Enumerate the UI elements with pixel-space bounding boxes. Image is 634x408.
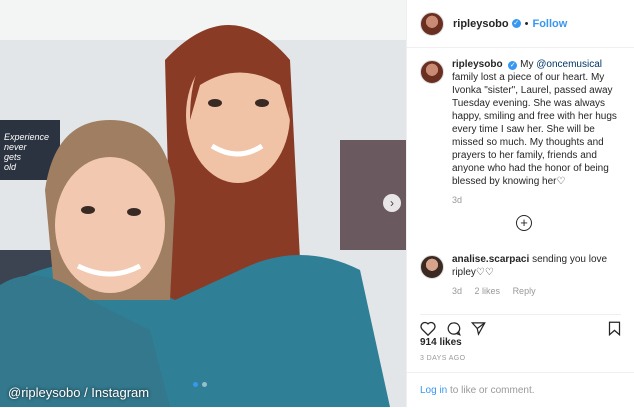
caption-text-after: family lost a piece of our heart. My Ivo…	[452, 72, 617, 187]
caption-comment: ripleysobo ✓ My @oncemusical family lost…	[420, 58, 626, 207]
login-prompt: Log in to like or comment.	[407, 372, 634, 408]
comment-meta: 3d 2 likes Reply	[452, 285, 626, 298]
post-sidebar: ripleysobo ✓ • Follow ripleysobo ✓ My @o…	[406, 0, 634, 407]
poster-line: never	[4, 142, 27, 152]
comment: analise.scarpaci sending you love ripley…	[420, 253, 626, 298]
poster-line: old	[4, 162, 17, 172]
follow-button[interactable]: Follow	[532, 18, 567, 30]
comment-username[interactable]: analise.scarpaci	[452, 254, 529, 265]
action-bar	[420, 314, 621, 338]
caption-age: 3d	[452, 195, 463, 205]
avatar[interactable]	[420, 11, 444, 36]
verified-badge-icon: ✓	[508, 61, 518, 70]
comment-body: analise.scarpaci sending you love ripley…	[452, 253, 626, 298]
caption-text: ripleysobo ✓ My @oncemusical family lost…	[452, 58, 626, 207]
watermark: @ripleysobo / Instagram	[8, 385, 150, 400]
reply-button[interactable]: Reply	[513, 286, 536, 296]
verified-badge-icon: ✓	[511, 19, 521, 28]
carousel-dot	[193, 382, 198, 387]
avatar[interactable]	[420, 255, 444, 279]
post-photo[interactable]: Experience never gets old › @ripleysobo …	[0, 0, 406, 407]
mention-link[interactable]: @oncemusical	[536, 59, 602, 70]
comment-age: 3d	[452, 286, 463, 296]
heart-icon[interactable]	[420, 321, 436, 336]
comment-likes[interactable]: 2 likes	[475, 286, 501, 296]
poster-text: Experience never gets old	[4, 132, 56, 172]
avatar[interactable]	[420, 60, 444, 84]
login-link[interactable]: Log in	[420, 385, 447, 396]
post-header: ripleysobo ✓ • Follow	[407, 0, 634, 48]
like-count[interactable]: 914 likes	[420, 337, 462, 348]
plus-circle-icon[interactable]: +	[516, 215, 532, 231]
poster-line: gets	[4, 152, 22, 162]
caption-block: ripleysobo ✓ My @oncemusical family lost…	[420, 58, 626, 207]
comment-icon[interactable]	[446, 321, 461, 336]
share-icon[interactable]	[471, 321, 486, 336]
photo-illustration	[0, 0, 406, 407]
poster-line: Experience	[4, 132, 50, 142]
post-date: 3 DAYS AGO	[420, 355, 466, 362]
carousel-dot	[202, 382, 207, 387]
bookmark-icon[interactable]	[608, 321, 621, 336]
caption-text-before: My	[520, 59, 537, 70]
separator: •	[524, 17, 529, 30]
comment-row: analise.scarpaci sending you love ripley…	[420, 253, 626, 298]
chevron-right-icon[interactable]: ›	[383, 194, 401, 212]
header-username[interactable]: ripleysobo	[453, 18, 509, 30]
caption-username[interactable]: ripleysobo	[452, 59, 503, 70]
login-text: to like or comment.	[447, 385, 535, 396]
caption-meta: 3d	[452, 194, 626, 207]
carousel-dots	[193, 382, 207, 387]
